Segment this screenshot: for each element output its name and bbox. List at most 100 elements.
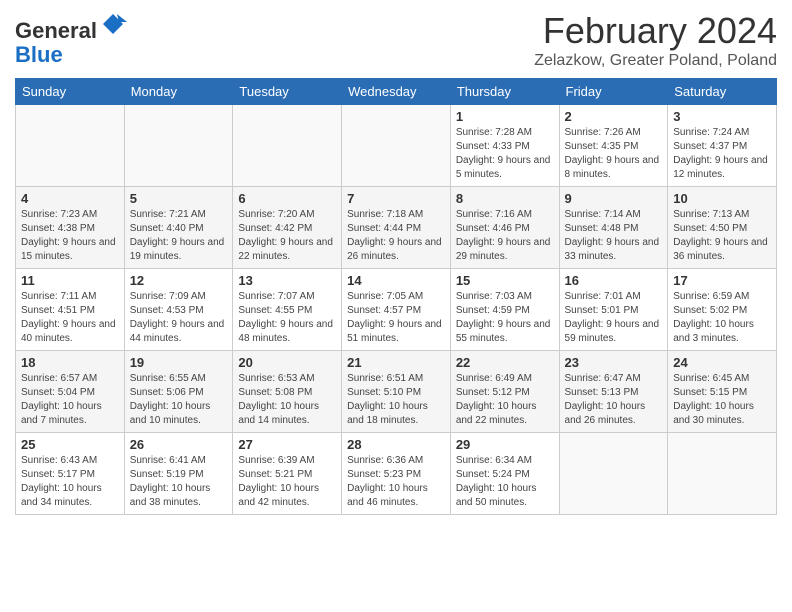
table-row: 20 Sunrise: 6:53 AM Sunset: 5:08 PM Dayli… (233, 351, 342, 433)
day-info: Sunrise: 7:13 AM Sunset: 4:50 PM Dayligh… (673, 208, 771, 264)
day-number: 15 (456, 273, 554, 288)
day-number: 13 (238, 273, 336, 288)
day-number: 29 (456, 437, 554, 452)
day-number: 1 (456, 109, 554, 124)
day-number: 2 (565, 109, 663, 124)
day-info: Sunrise: 7:21 AM Sunset: 4:40 PM Dayligh… (130, 208, 228, 264)
day-number: 19 (130, 355, 228, 370)
table-row (233, 105, 342, 187)
day-info: Sunrise: 7:09 AM Sunset: 4:53 PM Dayligh… (130, 290, 228, 346)
title-area: February 2024 Zelazkow, Greater Poland, … (534, 10, 777, 70)
day-info: Sunrise: 6:57 AM Sunset: 5:04 PM Dayligh… (21, 372, 119, 428)
table-row: 6 Sunrise: 7:20 AM Sunset: 4:42 PM Daylig… (233, 187, 342, 269)
day-info: Sunrise: 6:47 AM Sunset: 5:13 PM Dayligh… (565, 372, 663, 428)
day-number: 10 (673, 191, 771, 206)
day-info: Sunrise: 7:16 AM Sunset: 4:46 PM Dayligh… (456, 208, 554, 264)
table-row (16, 105, 125, 187)
header-tuesday: Tuesday (233, 79, 342, 105)
header-monday: Monday (124, 79, 233, 105)
day-info: Sunrise: 6:59 AM Sunset: 5:02 PM Dayligh… (673, 290, 771, 346)
day-info: Sunrise: 7:05 AM Sunset: 4:57 PM Dayligh… (347, 290, 445, 346)
days-header-row: Sunday Monday Tuesday Wednesday Thursday… (16, 79, 777, 105)
day-info: Sunrise: 6:39 AM Sunset: 5:21 PM Dayligh… (238, 454, 336, 510)
day-info: Sunrise: 7:20 AM Sunset: 4:42 PM Dayligh… (238, 208, 336, 264)
day-number: 16 (565, 273, 663, 288)
week-row-1: 4Sunrise: 7:23 AM Sunset: 4:38 PM Daylig… (16, 187, 777, 269)
day-info: Sunrise: 7:14 AM Sunset: 4:48 PM Dayligh… (565, 208, 663, 264)
day-number: 12 (130, 273, 228, 288)
day-number: 11 (21, 273, 119, 288)
day-number: 8 (456, 191, 554, 206)
day-info: Sunrise: 7:18 AM Sunset: 4:44 PM Dayligh… (347, 208, 445, 264)
table-row: 24Sunrise: 6:45 AM Sunset: 5:15 PM Dayli… (668, 351, 777, 433)
header-sunday: Sunday (16, 79, 125, 105)
header-wednesday: Wednesday (342, 79, 451, 105)
table-row: 13 Sunrise: 7:07 AM Sunset: 4:55 PM Dayli… (233, 269, 342, 351)
day-info: Sunrise: 7:24 AM Sunset: 4:37 PM Dayligh… (673, 126, 771, 182)
table-row (668, 433, 777, 515)
day-number: 20 (238, 355, 336, 370)
table-row: 28Sunrise: 6:36 AM Sunset: 5:23 PM Dayli… (342, 433, 451, 515)
day-info: Sunrise: 7:11 AM Sunset: 4:51 PM Dayligh… (21, 290, 119, 346)
header-thursday: Thursday (450, 79, 559, 105)
table-row: 16 Sunrise: 7:01 AM Sunset: 5:01 PM Dayli… (559, 269, 668, 351)
header-saturday: Saturday (668, 79, 777, 105)
week-row-2: 11 Sunrise: 7:11 AM Sunset: 4:51 PM Dayli… (16, 269, 777, 351)
day-info: Sunrise: 7:03 AM Sunset: 4:59 PM Dayligh… (456, 290, 554, 346)
day-info: Sunrise: 7:28 AM Sunset: 4:33 PM Dayligh… (456, 126, 554, 182)
day-number: 7 (347, 191, 445, 206)
day-number: 18 (21, 355, 119, 370)
day-number: 21 (347, 355, 445, 370)
table-row: 5 Sunrise: 7:21 AM Sunset: 4:40 PM Daylig… (124, 187, 233, 269)
header-area: General Blue February 2024 Zelazkow, Gre… (15, 10, 777, 70)
table-row: 9 Sunrise: 7:14 AM Sunset: 4:48 PM Daylig… (559, 187, 668, 269)
day-info: Sunrise: 7:26 AM Sunset: 4:35 PM Dayligh… (565, 126, 663, 182)
table-row: 11 Sunrise: 7:11 AM Sunset: 4:51 PM Dayli… (16, 269, 125, 351)
day-info: Sunrise: 6:43 AM Sunset: 5:17 PM Dayligh… (21, 454, 119, 510)
day-number: 6 (238, 191, 336, 206)
table-row: 4Sunrise: 7:23 AM Sunset: 4:38 PM Daylig… (16, 187, 125, 269)
table-row: 29Sunrise: 6:34 AM Sunset: 5:24 PM Dayli… (450, 433, 559, 515)
table-row: 22Sunrise: 6:49 AM Sunset: 5:12 PM Dayli… (450, 351, 559, 433)
day-number: 17 (673, 273, 771, 288)
day-number: 25 (21, 437, 119, 452)
table-row (124, 105, 233, 187)
week-row-3: 18 Sunrise: 6:57 AM Sunset: 5:04 PM Dayli… (16, 351, 777, 433)
table-row: 3Sunrise: 7:24 AM Sunset: 4:37 PM Daylig… (668, 105, 777, 187)
table-row: 8 Sunrise: 7:16 AM Sunset: 4:46 PM Daylig… (450, 187, 559, 269)
table-row (559, 433, 668, 515)
day-number: 27 (238, 437, 336, 452)
day-info: Sunrise: 6:51 AM Sunset: 5:10 PM Dayligh… (347, 372, 445, 428)
table-row: 25 Sunrise: 6:43 AM Sunset: 5:17 PM Dayli… (16, 433, 125, 515)
calendar-title: February 2024 (534, 10, 777, 52)
day-info: Sunrise: 6:41 AM Sunset: 5:19 PM Dayligh… (130, 454, 228, 510)
logo: General Blue (15, 10, 127, 67)
day-number: 14 (347, 273, 445, 288)
table-row: 26Sunrise: 6:41 AM Sunset: 5:19 PM Dayli… (124, 433, 233, 515)
day-info: Sunrise: 7:07 AM Sunset: 4:55 PM Dayligh… (238, 290, 336, 346)
logo-general-text: General (15, 18, 97, 43)
day-info: Sunrise: 6:55 AM Sunset: 5:06 PM Dayligh… (130, 372, 228, 428)
day-info: Sunrise: 6:45 AM Sunset: 5:15 PM Dayligh… (673, 372, 771, 428)
table-row: 17 Sunrise: 6:59 AM Sunset: 5:02 PM Dayli… (668, 269, 777, 351)
week-row-4: 25 Sunrise: 6:43 AM Sunset: 5:17 PM Dayli… (16, 433, 777, 515)
day-number: 28 (347, 437, 445, 452)
table-row: 14 Sunrise: 7:05 AM Sunset: 4:57 PM Dayli… (342, 269, 451, 351)
table-row: 19 Sunrise: 6:55 AM Sunset: 5:06 PM Dayli… (124, 351, 233, 433)
week-row-0: 1 Sunrise: 7:28 AM Sunset: 4:33 PM Daylig… (16, 105, 777, 187)
day-info: Sunrise: 6:53 AM Sunset: 5:08 PM Dayligh… (238, 372, 336, 428)
table-row (342, 105, 451, 187)
table-row: 1 Sunrise: 7:28 AM Sunset: 4:33 PM Daylig… (450, 105, 559, 187)
logo-icon (99, 10, 127, 38)
table-row: 7 Sunrise: 7:18 AM Sunset: 4:44 PM Daylig… (342, 187, 451, 269)
day-number: 23 (565, 355, 663, 370)
day-info: Sunrise: 7:01 AM Sunset: 5:01 PM Dayligh… (565, 290, 663, 346)
calendar-table: Sunday Monday Tuesday Wednesday Thursday… (15, 78, 777, 515)
day-number: 5 (130, 191, 228, 206)
day-number: 9 (565, 191, 663, 206)
table-row: 23 Sunrise: 6:47 AM Sunset: 5:13 PM Dayli… (559, 351, 668, 433)
table-row: 10 Sunrise: 7:13 AM Sunset: 4:50 PM Dayli… (668, 187, 777, 269)
table-row: 12 Sunrise: 7:09 AM Sunset: 4:53 PM Dayli… (124, 269, 233, 351)
calendar-subtitle: Zelazkow, Greater Poland, Poland (534, 52, 777, 70)
day-info: Sunrise: 7:23 AM Sunset: 4:38 PM Dayligh… (21, 208, 119, 264)
